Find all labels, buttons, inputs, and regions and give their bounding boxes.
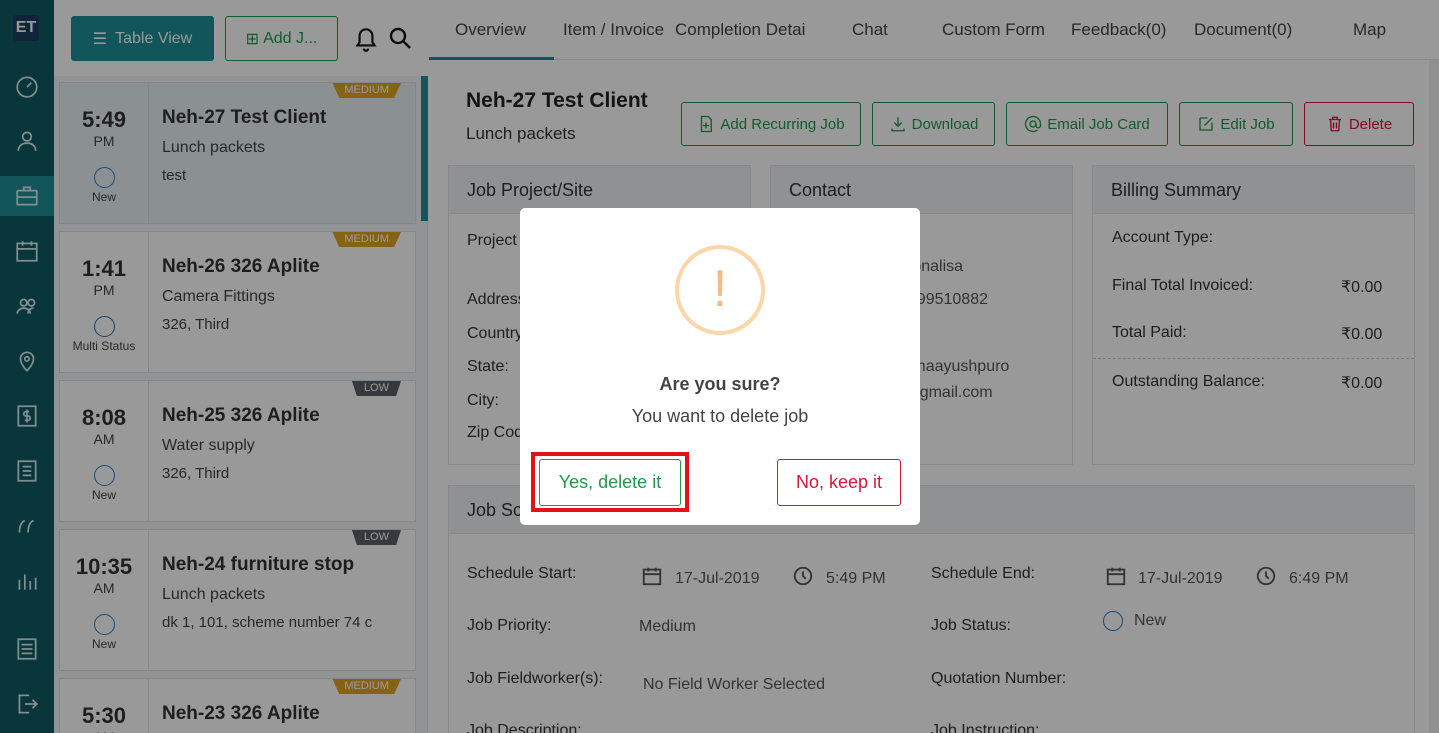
confirm-delete-button[interactable]: Yes, delete it xyxy=(539,459,681,506)
confirm-delete-dialog: ! Are you sure? You want to delete job Y… xyxy=(520,208,920,525)
warning-icon: ! xyxy=(675,245,765,335)
dialog-title: Are you sure? xyxy=(659,374,781,394)
dialog-text: You want to delete job xyxy=(631,406,809,426)
cancel-delete-button[interactable]: No, keep it xyxy=(777,459,901,506)
